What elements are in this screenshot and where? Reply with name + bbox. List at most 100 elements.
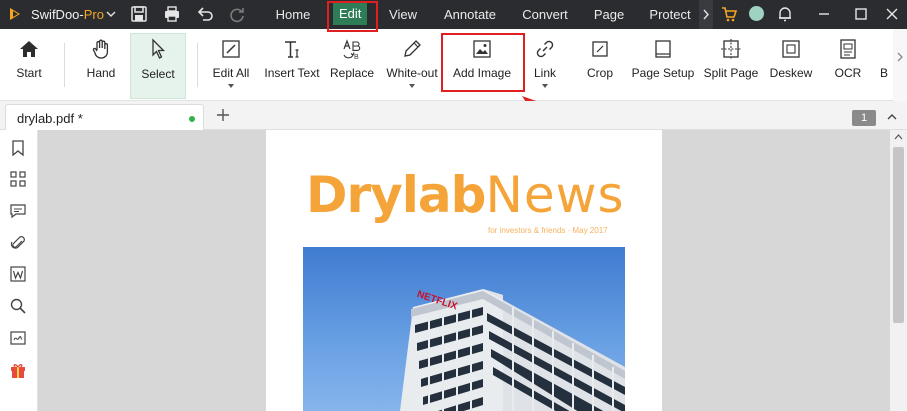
insert-text-tool[interactable]: Insert Text	[262, 29, 322, 101]
app-name: SwifDoo-Pro	[31, 7, 104, 22]
link-tool[interactable]: Link	[526, 29, 564, 101]
svg-text:B: B	[354, 54, 359, 60]
more-tool[interactable]: B	[876, 29, 892, 101]
undo-icon[interactable]	[196, 5, 214, 23]
crop-icon	[592, 41, 608, 57]
close-icon[interactable]	[884, 6, 900, 22]
chevron-right-icon	[897, 52, 903, 62]
add-image-tool[interactable]: Add Image	[446, 29, 518, 101]
bell-icon[interactable]	[776, 5, 794, 23]
more-tool-label: B	[879, 66, 888, 80]
building-image: NETFLIX	[400, 289, 625, 411]
edit-all-label: Edit All	[212, 66, 250, 80]
crop-label: Crop	[586, 66, 613, 80]
white-out-tool[interactable]: White-out	[383, 29, 441, 101]
white-out-dropdown-caret[interactable]	[409, 84, 415, 88]
page-setup-label: Page Setup	[631, 66, 695, 80]
home-icon	[20, 41, 38, 57]
ocr-label: OCR	[834, 66, 862, 80]
edit-all-dropdown-caret[interactable]	[228, 84, 234, 88]
replace-label: Replace	[329, 66, 375, 80]
headline-bold-text: Drylab	[306, 166, 486, 224]
start-tool[interactable]: Start	[8, 29, 50, 101]
redo-icon[interactable]	[228, 5, 246, 23]
minimize-icon[interactable]	[816, 6, 832, 22]
signature-icon[interactable]	[9, 329, 27, 347]
link-dropdown-caret[interactable]	[542, 84, 548, 88]
title-bar: SwifDoo-Pro Home Edit View Annotate Conv…	[0, 0, 907, 29]
maximize-icon[interactable]	[853, 6, 869, 22]
add-image-label: Add Image	[452, 66, 512, 80]
insert-text-label: Insert Text	[264, 66, 320, 80]
comments-icon[interactable]	[9, 202, 27, 220]
save-icon[interactable]	[130, 5, 148, 23]
link-label: Link	[533, 66, 556, 80]
page-setup-tool[interactable]: Page Setup	[631, 29, 695, 101]
bookmark-icon[interactable]	[9, 139, 27, 157]
document-tab-bar: drylab.pdf * 1	[0, 101, 907, 130]
split-page-icon	[721, 39, 741, 59]
ribbon-divider	[197, 43, 198, 87]
chevron-up-icon[interactable]	[890, 130, 907, 144]
gift-icon[interactable]	[9, 361, 27, 379]
deskew-icon	[782, 40, 800, 58]
document-tab[interactable]: drylab.pdf *	[5, 104, 204, 130]
deskew-tool[interactable]: Deskew	[767, 29, 815, 101]
newsletter-tagline: for investors & friends · May 2017	[488, 226, 608, 235]
menu-more-button[interactable]	[699, 0, 713, 29]
hand-tool[interactable]: Hand	[78, 29, 124, 101]
app-menu-chevron-icon[interactable]	[106, 7, 116, 21]
insert-text-icon	[285, 41, 299, 58]
document-workspace[interactable]: DrylabNews for investors & friends · May…	[38, 130, 890, 411]
chevron-right-icon	[703, 9, 710, 20]
replace-icon: B	[343, 39, 361, 60]
scrollbar-thumb[interactable]	[893, 147, 904, 323]
select-tool[interactable]: Select	[130, 33, 186, 99]
search-icon[interactable]	[9, 297, 27, 315]
edit-all-tool[interactable]: Edit All	[206, 29, 256, 101]
newsletter-headline: DrylabNews	[306, 170, 625, 220]
select-label: Select	[141, 67, 175, 81]
vertical-scrollbar[interactable]	[890, 130, 907, 411]
attachment-icon[interactable]	[9, 234, 27, 252]
app-logo-icon	[10, 8, 20, 20]
cover-photo[interactable]: NETFLIX	[303, 247, 625, 411]
menu-protect[interactable]: Protect	[643, 0, 697, 29]
page-number-badge: 1	[852, 110, 876, 126]
split-page-tool[interactable]: Split Page	[702, 29, 760, 101]
add-image-icon	[473, 40, 491, 58]
menu-annotate[interactable]: Annotate	[438, 0, 502, 29]
edit-all-icon	[222, 40, 240, 58]
menu-convert[interactable]: Convert	[515, 0, 575, 29]
hand-label: Hand	[86, 66, 116, 80]
page-setup-icon	[655, 40, 671, 58]
chevron-up-icon[interactable]	[885, 110, 899, 124]
menu-home[interactable]: Home	[268, 0, 318, 29]
ocr-icon	[840, 39, 856, 59]
menu-page[interactable]: Page	[588, 0, 630, 29]
ribbon-scroll-right[interactable]	[893, 29, 907, 101]
add-tab-icon[interactable]	[214, 106, 232, 124]
deskew-label: Deskew	[769, 66, 813, 80]
headline-thin-text: News	[485, 166, 625, 224]
menu-view[interactable]: View	[381, 0, 425, 29]
start-label: Start	[16, 66, 42, 80]
left-sidebar	[0, 130, 38, 411]
hand-icon	[92, 39, 109, 59]
replace-tool[interactable]: B Replace	[327, 29, 377, 101]
thumbnails-icon[interactable]	[9, 170, 27, 188]
user-avatar-icon[interactable]	[749, 6, 764, 21]
ocr-tool[interactable]: OCR	[827, 29, 869, 101]
white-out-icon	[404, 40, 421, 57]
cart-icon[interactable]	[720, 5, 738, 23]
cursor-icon	[152, 38, 166, 59]
crop-tool[interactable]: Crop	[580, 29, 620, 101]
white-out-label: White-out	[386, 66, 438, 80]
word-icon[interactable]	[9, 265, 27, 283]
menu-edit[interactable]: Edit	[333, 3, 367, 25]
pdf-page[interactable]: DrylabNews for investors & friends · May…	[266, 130, 662, 411]
unsaved-indicator-icon	[189, 116, 195, 122]
print-icon[interactable]	[163, 5, 181, 23]
ribbon-divider	[64, 43, 65, 87]
document-tab-name: drylab.pdf *	[17, 111, 83, 126]
